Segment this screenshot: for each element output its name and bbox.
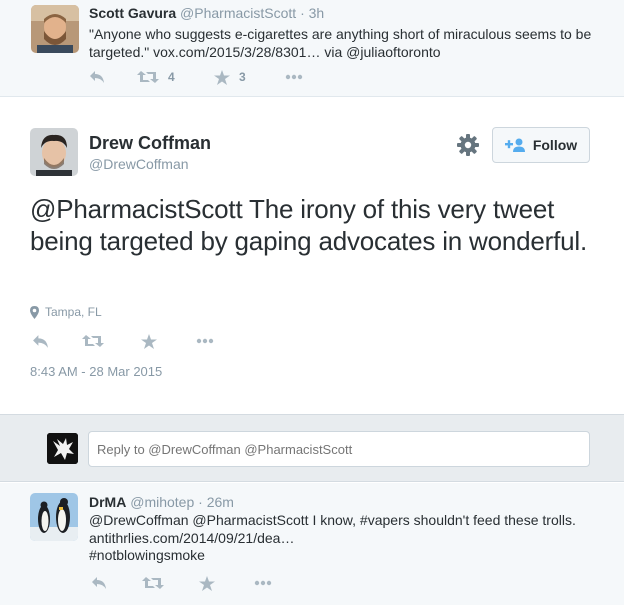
ellipsis-icon xyxy=(254,580,272,586)
reply-tweet-actions xyxy=(89,574,289,592)
more-button[interactable] xyxy=(254,574,272,592)
map-pin-icon xyxy=(30,305,39,319)
favorite-button[interactable]: 3 xyxy=(214,68,246,86)
scott-gavura-avatar[interactable] xyxy=(31,5,79,53)
reply-link[interactable]: antithrlies.com/2014/09/21/dea… xyxy=(89,530,609,548)
tweet-time[interactable]: 26m xyxy=(207,494,234,510)
separator: · xyxy=(300,5,305,21)
author-handle[interactable]: @DrewCoffman xyxy=(89,156,189,172)
retweet-button[interactable]: 4 xyxy=(137,68,175,86)
tweet-time[interactable]: 3h xyxy=(309,5,325,21)
reply-text-line: @DrewCoffman @PharmacistScott I know, #v… xyxy=(89,512,576,528)
tweet-link[interactable]: vox.com/2015/3/28/8301… xyxy=(153,44,320,60)
favorite-button[interactable] xyxy=(141,332,157,350)
separator: · xyxy=(198,494,203,510)
add-person-icon xyxy=(504,138,525,152)
parent-tweet-text: "Anyone who suggests e-cigarettes are an… xyxy=(89,25,599,61)
gear-icon[interactable] xyxy=(457,134,479,156)
reply-input[interactable] xyxy=(88,431,590,467)
favorite-count: 3 xyxy=(239,70,246,84)
reply-tweet[interactable]: DrMA @mihotep · 26m @DrewCoffman @Pharma… xyxy=(0,483,624,605)
current-user-avatar xyxy=(47,433,78,464)
retweet-button[interactable] xyxy=(82,332,104,350)
ellipsis-icon xyxy=(285,74,303,80)
author-name[interactable]: Scott Gavura xyxy=(89,5,176,21)
reply-arrow-icon xyxy=(33,334,48,348)
favorite-button[interactable] xyxy=(199,574,215,592)
parent-tweet-actions: 4 3 xyxy=(89,68,319,86)
reply-compose xyxy=(0,414,624,482)
location-label: Tampa, FL xyxy=(45,305,102,319)
more-button[interactable] xyxy=(196,332,214,350)
tweet-timestamp[interactable]: 8:43 AM - 28 Mar 2015 xyxy=(30,364,162,379)
main-tweet-actions xyxy=(30,332,230,350)
retweet-button[interactable] xyxy=(142,574,164,592)
star-icon xyxy=(199,575,215,591)
reply-hashtag[interactable]: #notblowingsmoke xyxy=(89,547,609,565)
follow-label: Follow xyxy=(532,137,578,153)
tweet-location[interactable]: Tampa, FL xyxy=(30,305,102,319)
retweet-icon xyxy=(142,577,164,589)
parent-tweet[interactable]: Scott Gavura @PharmacistScott · 3h "Anyo… xyxy=(0,0,624,97)
drma-avatar[interactable] xyxy=(30,493,78,541)
retweet-icon xyxy=(137,71,159,83)
reply-tweet-header: DrMA @mihotep · 26m xyxy=(89,494,234,510)
more-button[interactable] xyxy=(285,68,303,86)
author-name[interactable]: Drew Coffman xyxy=(89,133,211,154)
tweet-mention[interactable]: @juliaoftoronto xyxy=(346,44,440,60)
tweet-via: via xyxy=(324,44,343,60)
reply-button[interactable] xyxy=(89,68,105,86)
reply-arrow-icon xyxy=(92,577,106,589)
reply-tweet-text: @DrewCoffman @PharmacistScott I know, #v… xyxy=(89,512,609,565)
reply-button[interactable] xyxy=(32,332,49,350)
star-icon xyxy=(141,333,157,349)
author-handle[interactable]: @PharmacistScott xyxy=(180,5,296,21)
drew-coffman-avatar[interactable] xyxy=(30,128,78,176)
retweet-icon xyxy=(82,335,104,347)
main-tweet: Drew Coffman @DrewCoffman Follow @Pharma… xyxy=(0,98,624,414)
retweet-count: 4 xyxy=(168,70,175,84)
main-tweet-text: @PharmacistScott The irony of this very … xyxy=(30,194,588,256)
star-icon xyxy=(214,69,230,85)
ellipsis-icon xyxy=(196,338,214,344)
follow-button[interactable]: Follow xyxy=(492,127,590,163)
author-name[interactable]: DrMA xyxy=(89,494,126,510)
reply-button[interactable] xyxy=(91,574,107,592)
author-handle[interactable]: @mihotep xyxy=(130,494,194,510)
reply-arrow-icon xyxy=(90,71,104,83)
parent-tweet-header: Scott Gavura @PharmacistScott · 3h xyxy=(89,5,324,21)
